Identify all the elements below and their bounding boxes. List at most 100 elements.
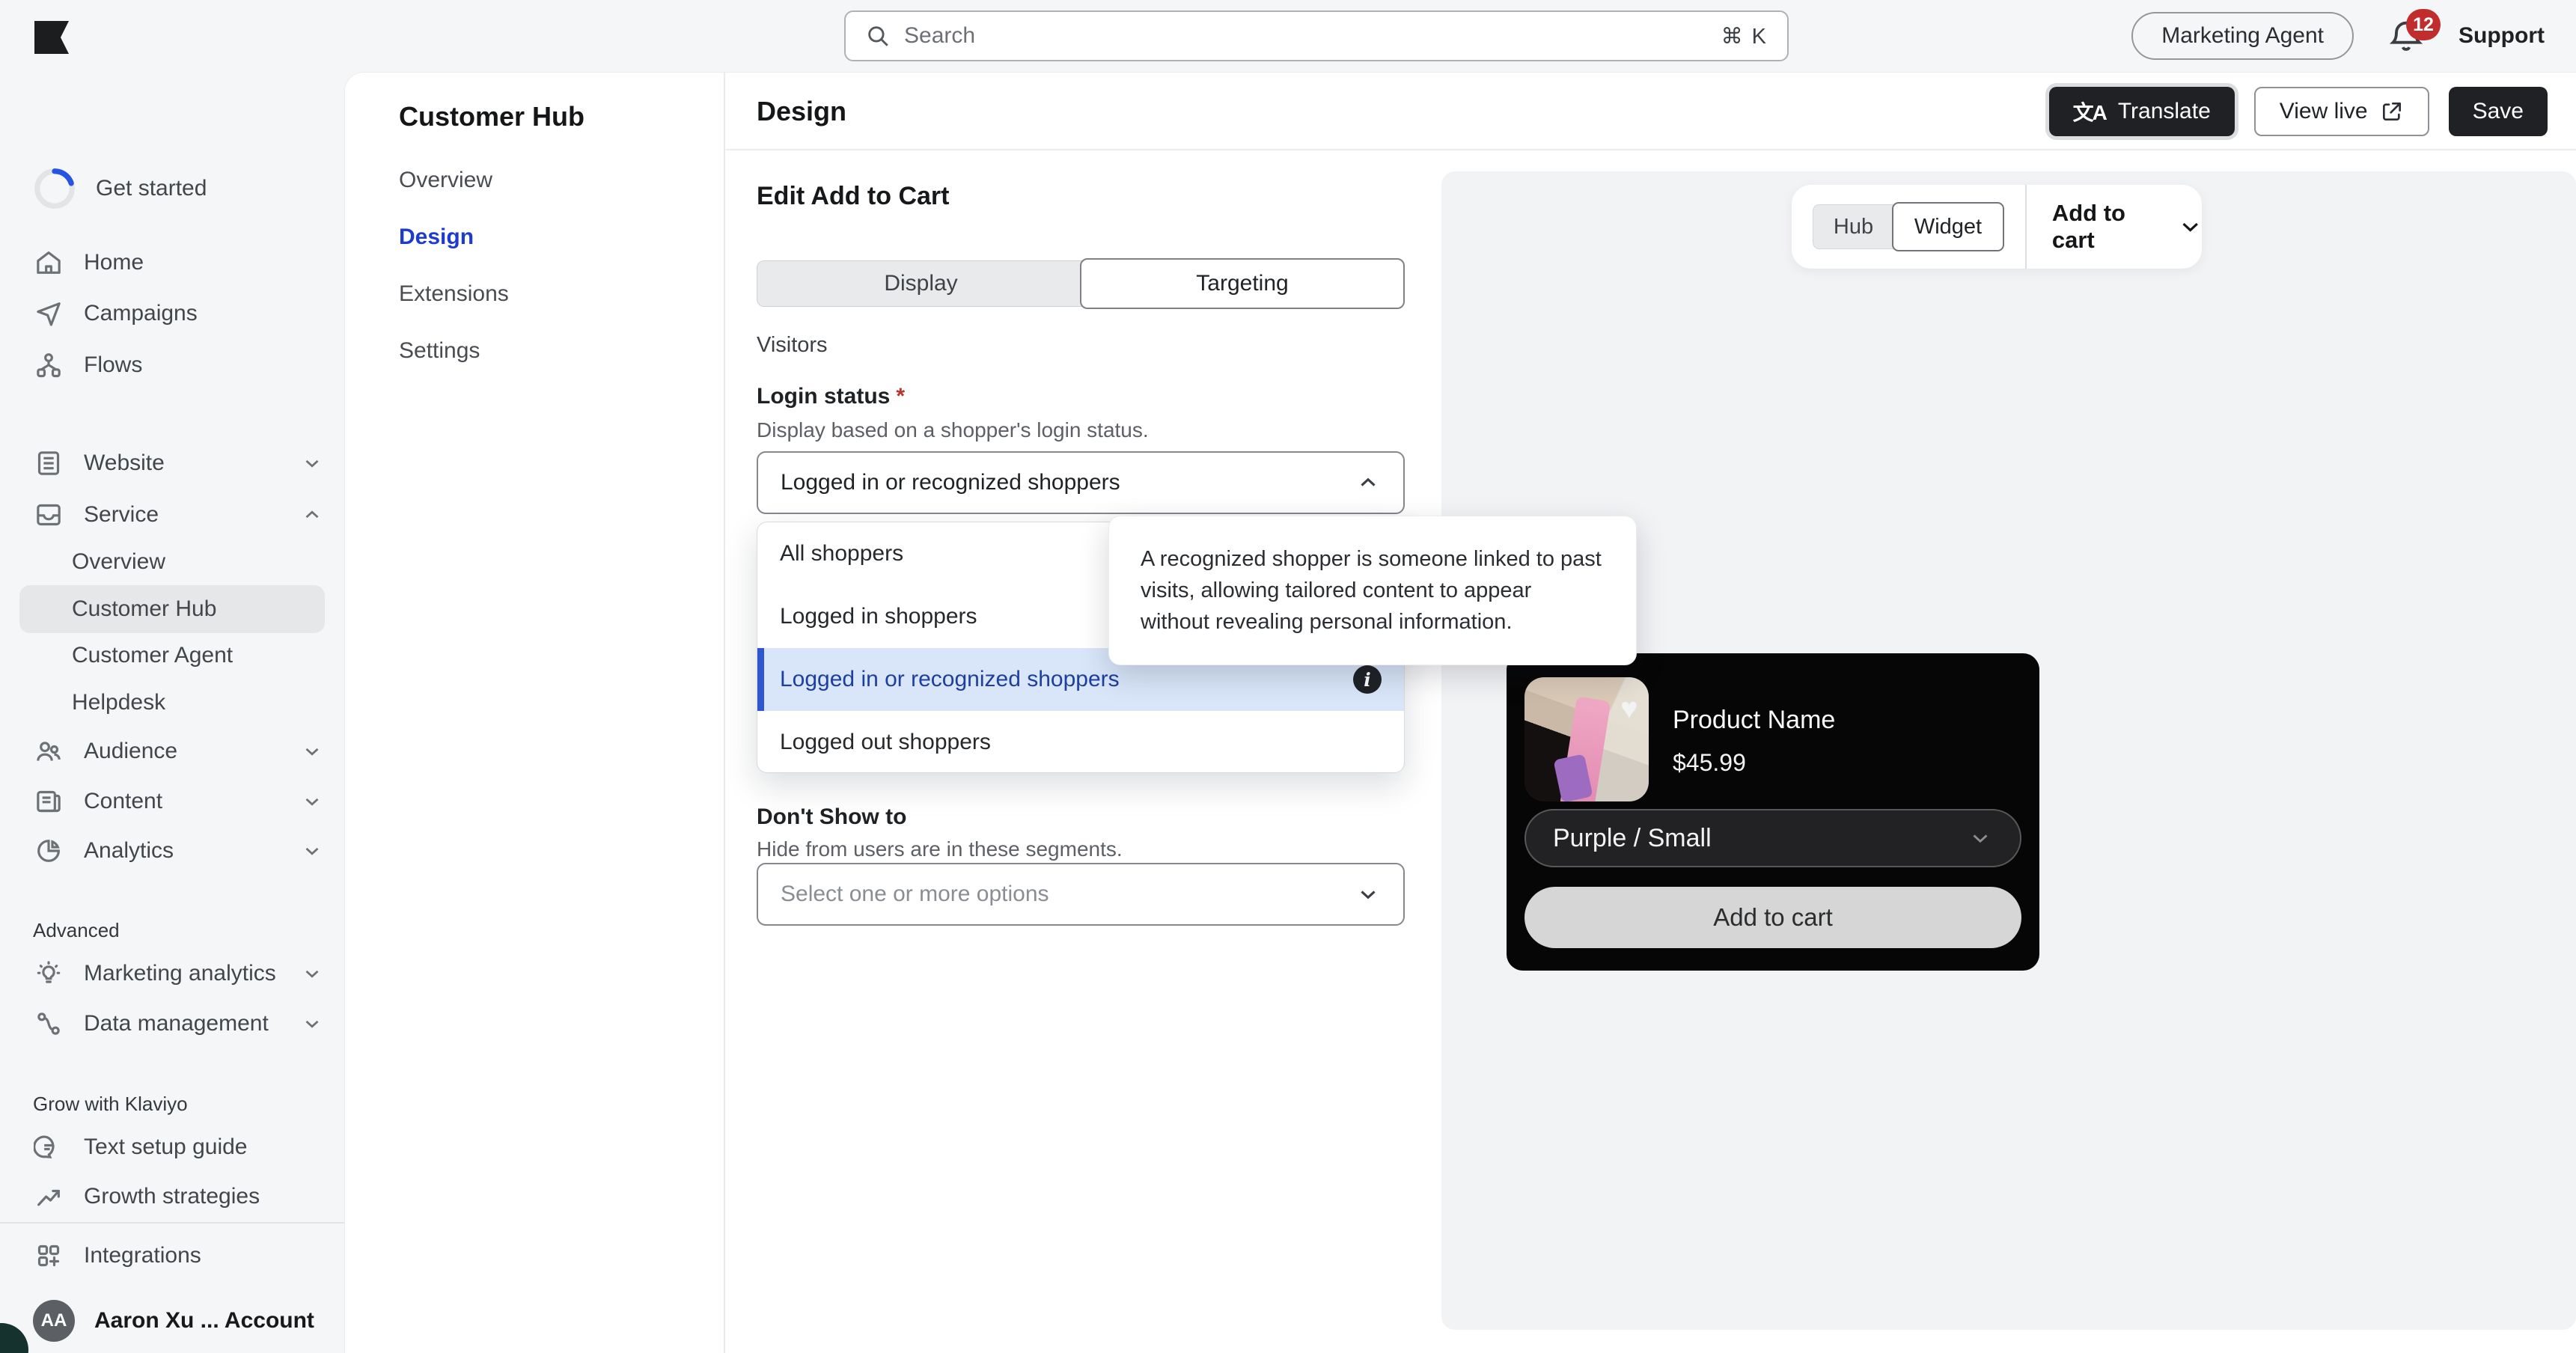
variant-select[interactable]: Purple / Small (1524, 809, 2021, 867)
support-link[interactable]: Support (2459, 23, 2545, 49)
chevron-down-icon (305, 1020, 319, 1028)
translate-icon: 文A (2072, 101, 2108, 124)
sidebar-item-integrations[interactable]: Integrations (0, 1232, 344, 1280)
sidebar-item-customer-agent[interactable]: Customer Agent (0, 632, 344, 679)
sidebar-item-growth-strategies[interactable]: Growth strategies (0, 1173, 344, 1221)
sidebar-item-data-management[interactable]: Data management (0, 1000, 344, 1048)
required-asterisk: * (896, 384, 906, 409)
search-icon (865, 23, 891, 49)
flow-icon (33, 349, 64, 381)
left-nav: Get started Home Campaigns Flows Website… (0, 72, 344, 1353)
subnav-item-settings[interactable]: Settings (399, 335, 480, 367)
grow-section-label: Grow with Klaviyo (33, 1093, 188, 1115)
page-title: Design (757, 96, 847, 126)
chevron-down-icon (2182, 222, 2198, 232)
sidebar-item-service[interactable]: Service (0, 491, 344, 539)
dont-show-helper: Hide from users are in these segments. (757, 837, 1123, 861)
chevron-up-icon (305, 510, 319, 519)
integrations-grid-icon (33, 1240, 64, 1271)
preview-widget-select[interactable]: Add to cart (2052, 200, 2202, 254)
visitors-label: Visitors (757, 333, 828, 357)
product-name: Product Name (1673, 706, 1836, 734)
notification-badge: 12 (2406, 9, 2441, 40)
option-logged-out-shoppers[interactable]: Logged out shoppers (757, 711, 1404, 772)
login-status-helper: Display based on a shopper's login statu… (757, 418, 1149, 442)
tab-targeting[interactable]: Targeting (1080, 258, 1405, 309)
preview-panel: Hub Widget Add to cart ♥ Product Name $4… (1441, 171, 2576, 1330)
send-icon (33, 298, 64, 329)
dont-show-select[interactable]: Select one or more options (757, 863, 1405, 926)
sidebar-item-customer-hub[interactable]: Customer Hub (19, 585, 325, 633)
search-shortcut: ⌘ K (1721, 24, 1768, 49)
notifications-button[interactable]: 12 (2387, 9, 2441, 55)
marketing-agent-button[interactable]: Marketing Agent (2131, 12, 2354, 60)
sidebar-item-text-setup-guide[interactable]: Text setup guide (0, 1123, 344, 1171)
search-placeholder: Search (904, 23, 976, 48)
content-card: Customer Hub Overview Design Extensions … (344, 72, 2576, 1353)
chat-bubble-icon (33, 1131, 64, 1163)
external-link-icon (2382, 103, 2401, 120)
sidebar-item-content[interactable]: Content (0, 778, 344, 825)
chevron-down-icon (305, 459, 319, 468)
product-image: ♥ (1524, 677, 1649, 801)
account-switcher[interactable]: AA Aaron Xu ... Account (0, 1297, 344, 1345)
sidebar-item-get-started[interactable]: Get started (0, 165, 344, 213)
sidebar-item-campaigns[interactable]: Campaigns (0, 290, 344, 338)
subnav-title: Customer Hub (399, 101, 585, 132)
klaviyo-logo-icon[interactable] (34, 21, 69, 54)
sidebar-item-flows[interactable]: Flows (0, 341, 344, 389)
chevron-up-icon (1361, 477, 1376, 486)
inbox-icon (33, 499, 64, 531)
login-status-select[interactable]: Logged in or recognized shoppers (757, 451, 1405, 514)
translate-button[interactable]: 文A Translate (2048, 87, 2235, 136)
tab-display[interactable]: Display (757, 260, 1084, 307)
info-icon[interactable]: i (1353, 665, 1382, 694)
people-icon (33, 736, 64, 767)
display-targeting-tabs: Display Targeting (757, 258, 1405, 309)
wishlist-heart-icon[interactable]: ♥ (1620, 692, 1638, 726)
avatar: AA (33, 1300, 75, 1342)
sidebar-item-audience[interactable]: Audience (0, 727, 344, 775)
sidebar-item-website[interactable]: Website (0, 439, 344, 487)
nodes-icon (33, 1008, 64, 1039)
hub-widget-toggle: Hub Widget (1813, 202, 2004, 251)
chevron-down-icon (305, 847, 319, 855)
sidebar-item-marketing-analytics[interactable]: Marketing analytics (0, 950, 344, 998)
sidebar-item-service-overview[interactable]: Overview (0, 538, 344, 586)
sidebar-item-analytics[interactable]: Analytics (0, 827, 344, 875)
chevron-down-icon (1361, 891, 1376, 900)
login-status-label: Login status * (757, 384, 906, 409)
view-live-button[interactable]: View live (2253, 87, 2429, 136)
section-title: Edit Add to Cart (757, 182, 950, 210)
chevron-down-icon (305, 970, 319, 978)
advanced-section-label: Advanced (33, 919, 120, 941)
lightbulb-icon (33, 958, 64, 989)
subnav-item-overview[interactable]: Overview (399, 164, 492, 197)
toggle-widget[interactable]: Widget (1892, 202, 2004, 251)
save-button[interactable]: Save (2448, 87, 2548, 136)
home-icon (33, 247, 64, 278)
chevron-down-icon (305, 798, 319, 806)
dont-show-label: Don't Show to (757, 804, 907, 829)
document-icon (33, 448, 64, 479)
global-search-input[interactable]: Search ⌘ K (844, 10, 1789, 61)
sidebar-item-home[interactable]: Home (0, 239, 344, 287)
newspaper-icon (33, 786, 64, 817)
recognized-shopper-tooltip: A recognized shopper is someone linked t… (1108, 516, 1637, 665)
subnav-item-extensions[interactable]: Extensions (399, 278, 509, 311)
chevron-down-icon (1973, 834, 1988, 843)
nav-divider (0, 1222, 344, 1224)
chevron-down-icon (305, 748, 319, 756)
subnav-item-design[interactable]: Design (399, 221, 474, 254)
toolbar-divider (2025, 185, 2027, 269)
product-price: $45.99 (1673, 749, 1746, 776)
add-to-cart-button[interactable]: Add to cart (1524, 887, 2021, 948)
customer-hub-subnav: Customer Hub Overview Design Extensions … (345, 73, 725, 1353)
header-actions: 文A Translate View live Save (2048, 73, 2548, 150)
sidebar-item-helpdesk[interactable]: Helpdesk (0, 679, 344, 727)
preview-toolbar: Hub Widget Add to cart (1792, 185, 2202, 269)
product-card-preview: ♥ Product Name $45.99 Purple / Small Add… (1507, 653, 2039, 971)
toggle-hub[interactable]: Hub (1813, 204, 1893, 249)
trending-up-icon (33, 1181, 64, 1212)
main-header: Design 文A Translate View live Save (725, 73, 2576, 150)
